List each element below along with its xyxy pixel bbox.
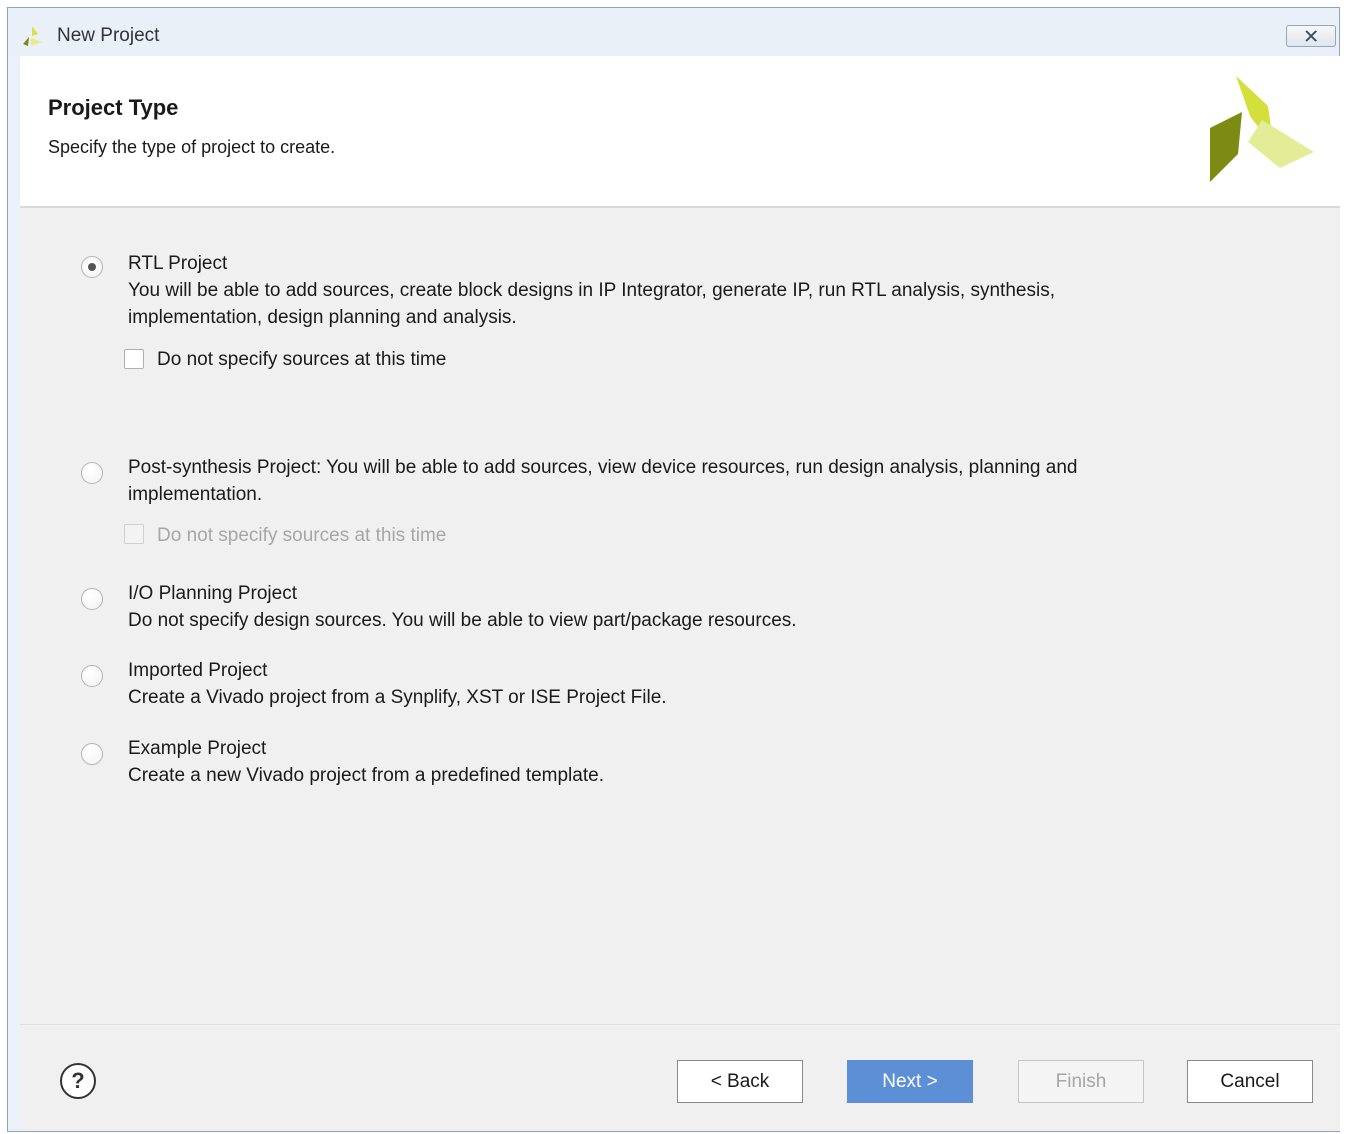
post-synthesis-project-description: implementation. bbox=[128, 484, 263, 505]
back-button[interactable]: < Back bbox=[677, 1060, 803, 1103]
imported-project-label[interactable]: Imported Project bbox=[128, 657, 267, 684]
rtl-no-sources-label[interactable]: Do not specify sources at this time bbox=[157, 346, 446, 373]
example-project-label[interactable]: Example Project bbox=[128, 735, 266, 762]
post-synthesis-no-sources-checkbox bbox=[124, 524, 144, 544]
vivado-logo bbox=[1210, 76, 1314, 182]
io-planning-project-description: Do not specify design sources. You will … bbox=[128, 610, 797, 631]
io-planning-project-label[interactable]: I/O Planning Project bbox=[128, 580, 297, 607]
example-project-radio[interactable] bbox=[81, 743, 103, 765]
rtl-project-label[interactable]: RTL Project bbox=[128, 250, 227, 277]
rtl-project-radio[interactable] bbox=[81, 256, 103, 278]
rtl-no-sources-checkbox[interactable] bbox=[124, 349, 144, 369]
close-icon bbox=[1305, 30, 1318, 42]
vivado-app-icon bbox=[23, 26, 42, 46]
finish-button: Finish bbox=[1018, 1060, 1144, 1103]
post-synthesis-project-label[interactable]: Post-synthesis Project: You will be able… bbox=[128, 454, 1077, 481]
rtl-project-description-line-2: implementation, design planning and anal… bbox=[128, 307, 517, 328]
io-planning-project-radio[interactable] bbox=[81, 588, 103, 610]
next-button[interactable]: Next > bbox=[847, 1060, 973, 1103]
page-header: Project Type Specify the type of project… bbox=[20, 56, 1340, 208]
cancel-button[interactable]: Cancel bbox=[1187, 1060, 1313, 1103]
rtl-project-description-line-1: You will be able to add sources, create … bbox=[128, 280, 1055, 301]
dialog-footer: ? < Back Next > Finish Cancel bbox=[20, 1024, 1340, 1132]
example-project-description: Create a new Vivado project from a prede… bbox=[128, 765, 604, 786]
title-bar: New Project bbox=[8, 8, 1339, 56]
help-button[interactable]: ? bbox=[60, 1063, 96, 1099]
page-title: Project Type bbox=[48, 95, 179, 120]
imported-project-description: Create a Vivado project from a Synplify,… bbox=[128, 687, 667, 708]
window-title: New Project bbox=[57, 25, 160, 46]
imported-project-radio[interactable] bbox=[81, 665, 103, 687]
close-button[interactable] bbox=[1286, 25, 1336, 47]
post-synthesis-no-sources-label: Do not specify sources at this time bbox=[157, 525, 447, 546]
post-synthesis-project-radio[interactable] bbox=[81, 462, 103, 484]
new-project-dialog: New Project Project Type Specify the typ… bbox=[7, 7, 1340, 1132]
page-subtitle: Specify the type of project to create. bbox=[48, 137, 336, 157]
dialog-content: Project Type Specify the type of project… bbox=[20, 56, 1340, 1131]
